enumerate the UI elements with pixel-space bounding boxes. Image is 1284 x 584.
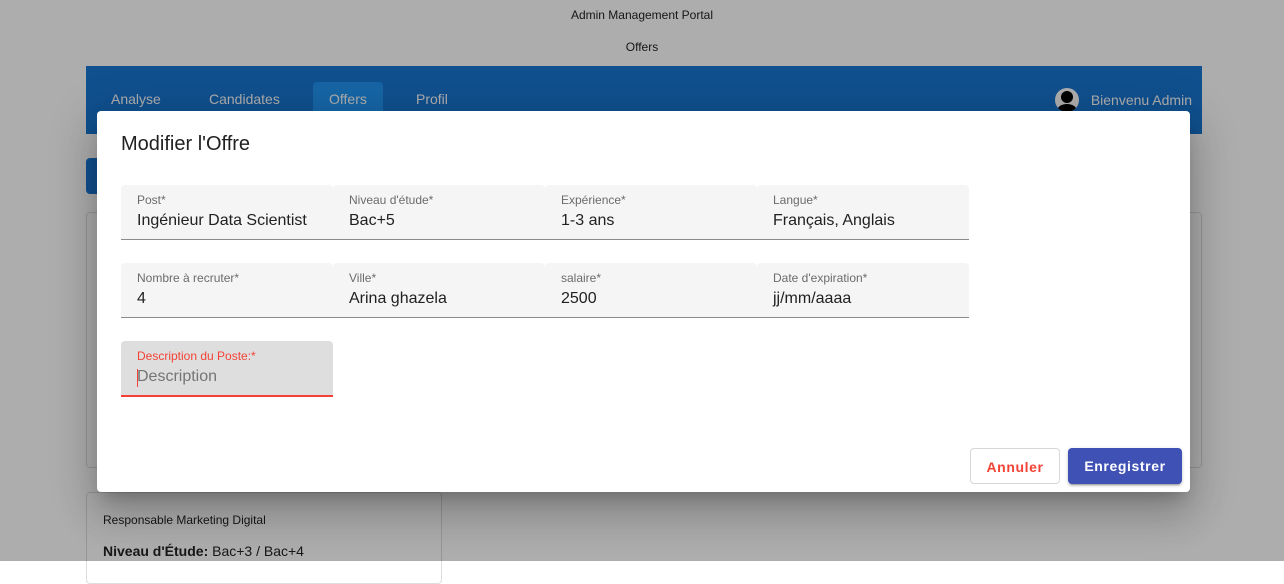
save-button[interactable]: Enregistrer xyxy=(1068,448,1182,484)
text-cursor xyxy=(137,369,138,387)
education-level-field[interactable]: Niveau d'étude* Bac+5 xyxy=(333,185,545,240)
description-label: Description du Poste:* xyxy=(137,349,256,363)
education-level-value[interactable]: Bac+5 xyxy=(349,212,395,230)
headcount-value[interactable]: 4 xyxy=(137,290,146,308)
salary-field[interactable]: salaire* 2500 xyxy=(545,263,757,318)
post-value[interactable]: Ingénieur Data Scientist xyxy=(137,212,307,230)
city-field[interactable]: Ville* Arina ghazela xyxy=(333,263,545,318)
experience-value[interactable]: 1-3 ans xyxy=(561,212,614,230)
description-placeholder[interactable]: Description xyxy=(137,368,217,386)
headcount-label: Nombre à recruter* xyxy=(137,271,240,285)
language-value[interactable]: Français, Anglais xyxy=(773,212,895,230)
salary-label: salaire* xyxy=(561,271,602,285)
edit-offer-dialog: Modifier l'Offre Post* Ingénieur Data Sc… xyxy=(97,111,1190,492)
description-field[interactable]: Description du Poste:* Description xyxy=(121,341,333,397)
expiration-date-label: Date d'expiration* xyxy=(773,271,868,285)
salary-value[interactable]: 2500 xyxy=(561,290,597,308)
experience-label: Expérience* xyxy=(561,193,626,207)
language-label: Langue* xyxy=(773,193,818,207)
education-level-label: Niveau d'étude* xyxy=(349,193,434,207)
expiration-date-value[interactable]: jj/mm/aaaa xyxy=(773,290,851,308)
expiration-date-field[interactable]: Date d'expiration* jj/mm/aaaa xyxy=(757,263,969,318)
headcount-field[interactable]: Nombre à recruter* 4 xyxy=(121,263,333,318)
city-value[interactable]: Arina ghazela xyxy=(349,290,447,308)
language-field[interactable]: Langue* Français, Anglais xyxy=(757,185,969,240)
post-field[interactable]: Post* Ingénieur Data Scientist xyxy=(121,185,333,240)
city-label: Ville* xyxy=(349,271,377,285)
post-label: Post* xyxy=(137,193,166,207)
dialog-title: Modifier l'Offre xyxy=(121,133,251,155)
experience-field[interactable]: Expérience* 1-3 ans xyxy=(545,185,757,240)
cancel-button[interactable]: Annuler xyxy=(970,448,1060,484)
